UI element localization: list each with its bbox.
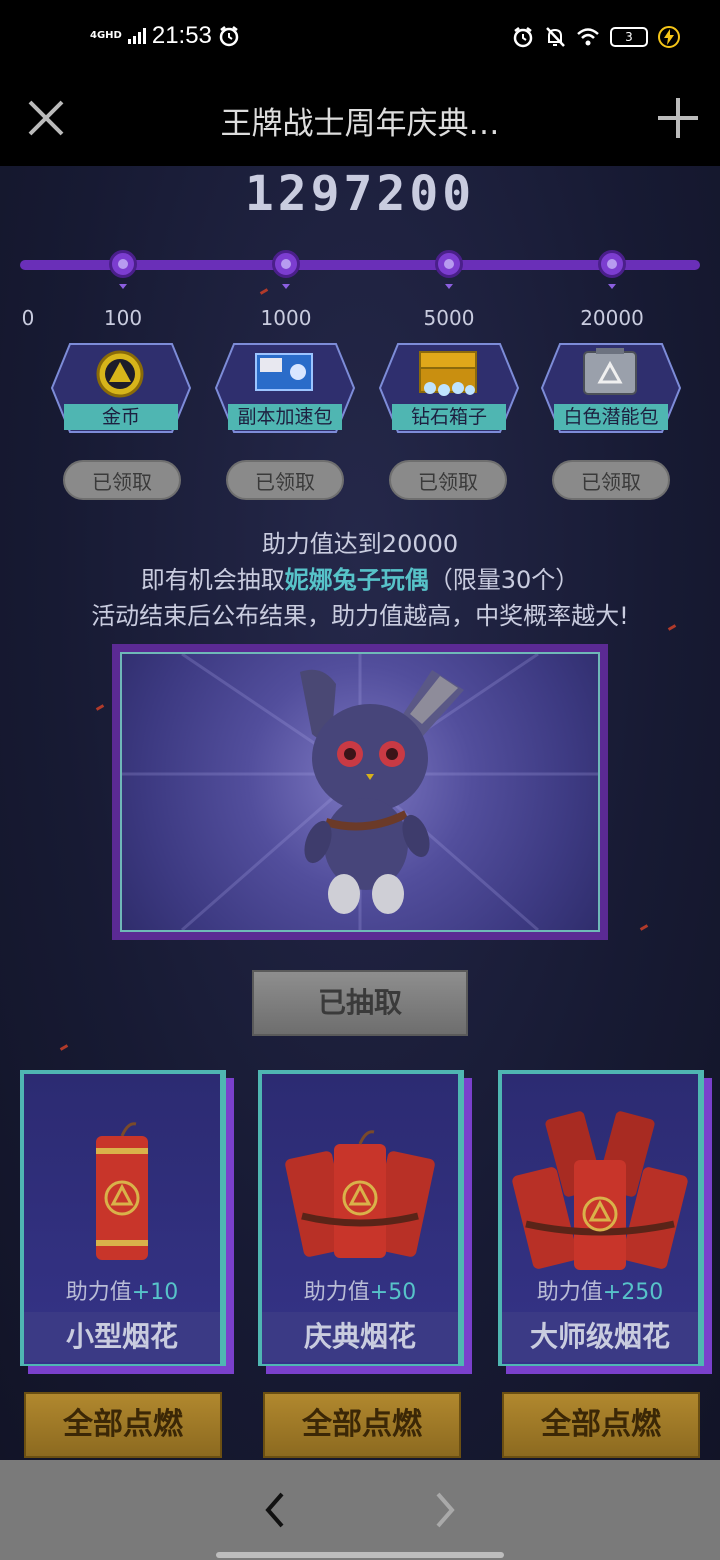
bonus-label: 助力值 — [303, 1280, 370, 1305]
status-bar: 4GHD 21:53 3 — [0, 0, 720, 80]
firework-card-small: 助力值+10 小型烟花 — [20, 1070, 234, 1374]
description-line: 活动结束后公布结果，助力值越高，中奖概率越大! — [91, 602, 629, 630]
status-right: 3 — [512, 26, 680, 48]
prize-name: 妮娜兔子玩偶 — [284, 566, 429, 594]
prize-image — [120, 652, 600, 932]
spark-decoration — [639, 924, 649, 931]
draw-button[interactable]: 已抽取 — [252, 970, 468, 1036]
firework-bonus: 助力值+50 — [262, 1274, 458, 1306]
milestone-node — [598, 250, 626, 278]
milestone-label: 1000 — [260, 306, 312, 330]
milestone-label: 100 — [103, 306, 143, 330]
claim-button[interactable]: 已领取 — [552, 460, 670, 500]
charging-icon — [658, 26, 680, 48]
milestone-tick — [282, 284, 290, 289]
alarm-icon — [219, 26, 239, 47]
network-type: 4GHD — [90, 30, 122, 41]
reward-label: 白色潜能包 — [554, 404, 668, 430]
battery-icon: 3 — [610, 27, 648, 47]
description-line: 即有机会抽取妮娜兔子玩偶（限量30个） — [0, 560, 720, 595]
reward-coin: 金币 — [50, 342, 192, 434]
light-all-button[interactable]: 全部点燃 — [24, 1392, 222, 1458]
reward-label: 副本加速包 — [228, 404, 342, 430]
claim-button[interactable]: 已领取 — [226, 460, 344, 500]
bonus-value: +250 — [602, 1280, 664, 1305]
description-text: （限量30个） — [428, 566, 580, 594]
milestone-label: 5000 — [423, 306, 475, 330]
add-icon[interactable] — [654, 94, 702, 142]
firecracker-pile-icon — [512, 1111, 688, 1270]
total-score: 1297200 — [244, 166, 476, 222]
bonus-value: +10 — [131, 1280, 179, 1305]
firecracker-icon — [96, 1122, 148, 1260]
firework-bonus: 助力值+10 — [24, 1274, 220, 1306]
description-text: 即有机会抽取 — [140, 566, 285, 594]
firework-card-master: 助力值+250 大师级烟花 — [498, 1070, 712, 1374]
light-all-button[interactable]: 全部点燃 — [502, 1392, 700, 1458]
back-arrow-icon[interactable] — [256, 1490, 296, 1530]
spark-decoration — [259, 288, 269, 295]
signal-icon — [127, 28, 146, 44]
clock: 21:53 — [151, 22, 212, 49]
status-left: 4GHD 21:53 — [90, 22, 240, 50]
milestone-tick — [119, 284, 127, 289]
milestone-node — [435, 250, 463, 278]
alarm-icon — [513, 27, 533, 48]
home-indicator[interactable] — [216, 1552, 504, 1558]
close-icon[interactable] — [22, 94, 70, 142]
page-title: 王牌战士周年庆典… — [220, 106, 500, 142]
mute-notification-icon — [546, 27, 565, 47]
prize-image-frame — [112, 644, 608, 940]
forward-arrow-icon[interactable] — [424, 1490, 464, 1530]
firework-card-celebration: 助力值+50 庆典烟花 — [258, 1070, 472, 1374]
reward-potential-pack: 白色潜能包 — [540, 342, 682, 434]
bonus-label: 助力值 — [536, 1280, 603, 1305]
firework-name: 小型烟花 — [24, 1312, 220, 1362]
bonus-label: 助力值 — [65, 1280, 132, 1305]
milestone-tick — [608, 284, 616, 289]
spark-decoration — [59, 1044, 69, 1051]
reward-speed-pack: 副本加速包 — [214, 342, 356, 434]
light-all-button[interactable]: 全部点燃 — [263, 1392, 461, 1458]
claim-button[interactable]: 已领取 — [389, 460, 507, 500]
reward-label: 钻石箱子 — [392, 404, 506, 430]
firecracker-bundle-icon — [285, 1130, 435, 1258]
spark-decoration — [95, 704, 105, 711]
firework-bonus: 助力值+250 — [502, 1274, 698, 1306]
description-line: 助力值达到20000 — [261, 530, 459, 558]
reward-diamond-chest: 钻石箱子 — [378, 342, 520, 434]
bonus-value: +50 — [369, 1280, 417, 1305]
firework-name: 庆典烟花 — [262, 1312, 458, 1362]
bottom-navigation — [0, 1460, 720, 1560]
reward-label: 金币 — [64, 404, 178, 430]
milestone-node — [272, 250, 300, 278]
activity-content: 1297200 0 100 1000 5000 20000 金币 副本加速包 钻… — [0, 166, 720, 1460]
milestone-label: 20000 — [580, 306, 644, 330]
bunny-plush-icon — [122, 654, 598, 930]
milestone-tick — [445, 284, 453, 289]
milestone-node — [109, 250, 137, 278]
claim-button[interactable]: 已领取 — [63, 460, 181, 500]
firework-name: 大师级烟花 — [502, 1312, 698, 1362]
wifi-icon — [577, 28, 599, 46]
title-bar: 王牌战士周年庆典… — [0, 80, 720, 166]
